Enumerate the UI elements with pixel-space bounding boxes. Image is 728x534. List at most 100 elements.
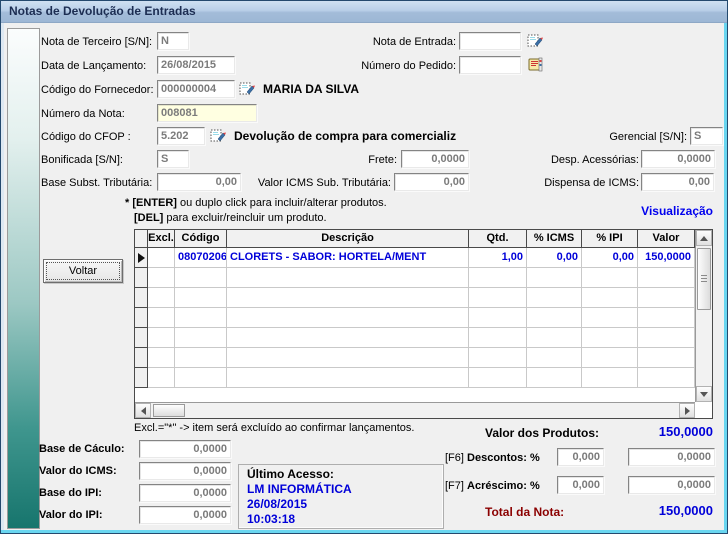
lookup-icon[interactable]: [239, 80, 256, 97]
valor-icms-label: Valor do ICMS:: [39, 465, 117, 477]
base-subst-label: Base Subst. Tributária:: [41, 177, 152, 189]
window-title: Notas de Devolução de Entradas: [9, 4, 196, 18]
gerencial-input[interactable]: [690, 127, 723, 145]
base-calculo-label: Base de Cáculo:: [39, 443, 125, 455]
numero-nota-input[interactable]: [157, 104, 257, 122]
scroll-right-button[interactable]: [679, 403, 695, 418]
cell-codigo[interactable]: 08070206: [175, 248, 227, 268]
table-row-empty[interactable]: [135, 268, 712, 288]
cell-qtd[interactable]: 1,00: [469, 248, 527, 268]
cell-icms[interactable]: 0,00: [527, 248, 582, 268]
grid-header: Excl. Código Descrição Qtd. % ICMS % IPI…: [135, 230, 712, 248]
grid-header-codigo: Código: [175, 230, 227, 247]
grid-header-qtd: Qtd.: [469, 230, 527, 247]
current-row-arrow-icon: [138, 253, 145, 263]
hint-enter-text: ou duplo click para incluir/alterar prod…: [177, 197, 387, 209]
valor-icms-input[interactable]: [139, 462, 231, 480]
descontos-value-input[interactable]: [628, 448, 715, 466]
base-calculo-input[interactable]: [139, 440, 231, 458]
desp-acessorias-input[interactable]: [641, 150, 715, 168]
table-row-empty[interactable]: [135, 288, 712, 308]
arrow-down-icon: [700, 392, 708, 397]
hint-del-text: para excluir/reincluir um produto.: [163, 212, 326, 224]
nota-entrada-label: Nota de Entrada:: [353, 36, 456, 48]
frete-input[interactable]: [401, 150, 469, 168]
cell-ipi[interactable]: 0,00: [582, 248, 638, 268]
table-row[interactable]: 08070206 CLORETS - SABOR: HORTELA/MENT 1…: [135, 248, 712, 268]
arrow-right-icon: [685, 407, 690, 415]
horizontal-scroll-thumb[interactable]: [153, 404, 185, 417]
codigo-cfop-label: Código do CFOP :: [41, 131, 131, 143]
scroll-up-button[interactable]: [696, 230, 712, 246]
cell-excl[interactable]: [148, 248, 175, 268]
bonificada-input[interactable]: [157, 150, 189, 168]
table-row-empty[interactable]: [135, 348, 712, 368]
scroll-left-button[interactable]: [135, 403, 151, 418]
visualizacao-link[interactable]: Visualização: [601, 204, 713, 218]
valor-ipi-input[interactable]: [139, 506, 231, 524]
gerencial-label: Gerencial [S/N]:: [591, 131, 687, 143]
nota-terceiro-input[interactable]: [157, 32, 189, 50]
grid-header-icms: % ICMS: [527, 230, 582, 247]
base-subst-input[interactable]: [157, 173, 241, 191]
valor-ipi-label: Valor do IPI:: [39, 509, 103, 521]
grid-header-ipi: % IPI: [582, 230, 638, 247]
hint-star: *: [125, 197, 129, 209]
f7-key-label: [F7]: [445, 480, 464, 492]
grid-header-valor: Valor: [638, 230, 695, 247]
data-lancamento-label: Data de Lançamento:: [41, 60, 146, 72]
valor-icms-sub-input[interactable]: [394, 173, 469, 191]
descontos-percent-sign: %: [530, 452, 540, 464]
ultimo-acesso-data: 26/08/2015: [247, 497, 307, 511]
cfop-descricao: Devolução de compra para comercializ: [234, 129, 456, 143]
row-selector-cell: [135, 248, 148, 268]
numero-pedido-input[interactable]: [459, 56, 521, 74]
acrescimo-percent-sign: %: [530, 480, 540, 492]
ultimo-acesso-empresa: LM INFORMÁTICA: [247, 482, 352, 496]
ultimo-acesso-panel: Último Acesso: LM INFORMÁTICA 26/08/2015…: [238, 464, 444, 529]
title-bar[interactable]: Notas de Devolução de Entradas: [1, 1, 727, 23]
base-ipi-input[interactable]: [139, 484, 231, 502]
grid-horizontal-scrollbar[interactable]: [135, 402, 695, 418]
nota-entrada-input[interactable]: [459, 32, 521, 50]
descontos-label: Descontos:: [467, 452, 527, 464]
grid-footnote: Excl.="*" -> item será excluído ao confi…: [134, 422, 414, 434]
lookup-icon[interactable]: [210, 127, 227, 144]
arrow-up-icon: [700, 236, 708, 241]
f6-key-label: [F6]: [445, 452, 464, 464]
acrescimo-value-input[interactable]: [628, 476, 715, 494]
data-lancamento-input[interactable]: [157, 56, 235, 74]
codigo-cfop-input[interactable]: [157, 127, 205, 145]
table-row-empty[interactable]: [135, 328, 712, 348]
grid-header-excl: Excl.: [148, 230, 175, 247]
lookup-icon[interactable]: [527, 32, 544, 49]
valor-icms-sub-label: Valor ICMS Sub. Tributária:: [249, 177, 391, 189]
products-grid[interactable]: Excl. Código Descrição Qtd. % ICMS % IPI…: [134, 229, 713, 419]
table-row-empty[interactable]: [135, 368, 712, 388]
app-window: Notas de Devolução de Entradas Nota de T…: [0, 0, 728, 534]
cell-descricao[interactable]: CLORETS - SABOR: HORTELA/MENT: [227, 248, 469, 268]
fornecedor-nome: MARIA DA SILVA: [263, 82, 359, 96]
total-nota-value: 150,0000: [601, 503, 713, 518]
total-nota-label: Total da Nota:: [485, 505, 564, 519]
order-book-icon[interactable]: [527, 56, 544, 73]
codigo-fornecedor-label: Código do Fornecedor:: [41, 84, 154, 96]
descontos-row-label: [F6] Descontos: %: [445, 452, 540, 464]
acrescimo-label: Acréscimo:: [467, 480, 527, 492]
grid-vertical-scrollbar[interactable]: [695, 230, 712, 402]
desp-acessorias-label: Desp. Acessórias:: [541, 154, 639, 166]
table-row-empty[interactable]: [135, 308, 712, 328]
nota-terceiro-label: Nota de Terceiro [S/N]:: [41, 36, 152, 48]
side-gradient-bar: [7, 28, 40, 529]
descontos-percent-input[interactable]: [557, 448, 604, 466]
cell-valor[interactable]: 150,0000: [638, 248, 695, 268]
bonificada-label: Bonificada [S/N]:: [41, 154, 123, 166]
valor-produtos-value: 150,0000: [601, 424, 713, 439]
base-ipi-label: Base do IPI:: [39, 487, 102, 499]
scroll-down-button[interactable]: [696, 386, 712, 402]
codigo-fornecedor-input[interactable]: [157, 80, 235, 98]
acrescimo-percent-input[interactable]: [557, 476, 604, 494]
dispensa-icms-input[interactable]: [641, 173, 714, 191]
voltar-button[interactable]: Voltar: [43, 259, 123, 283]
vertical-scroll-thumb[interactable]: [697, 248, 711, 310]
